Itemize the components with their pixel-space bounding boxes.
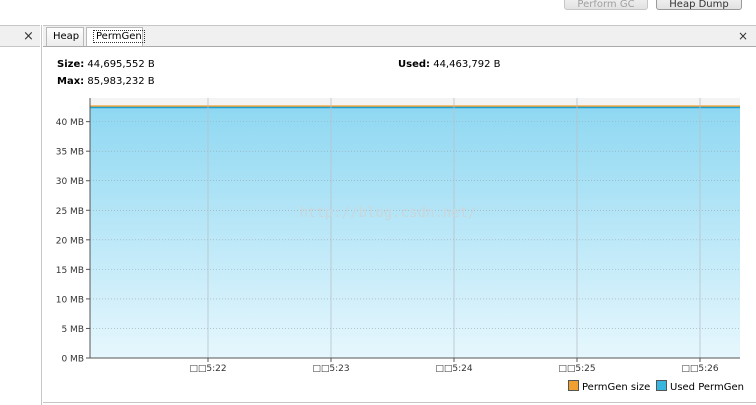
max-readout: Max: 85,983,232 B [57,76,155,87]
size-readout: Size: 44,695,552 B [57,59,155,70]
close-icon[interactable]: × [738,29,748,43]
size-label: Size: [57,59,85,70]
legend-item-used-permgen: Used PermGen [656,380,744,393]
y-tick-label: 20 MB [56,236,84,246]
y-tick-label: 30 MB [56,177,84,187]
tab-permgen[interactable]: PermGen [86,27,145,46]
max-label: Max: [57,76,85,87]
used-readout: Used: 44,463,792 B [398,59,501,70]
y-tick-label: 5 MB [61,325,84,335]
perform-gc-button[interactable]: Perform GC [564,0,648,10]
y-tick-label: 0 MB [61,355,84,365]
left-panel-header: × [0,25,40,47]
legend-label: PermGen size [582,382,651,393]
tab-label: PermGen [93,30,145,43]
x-tick-label: □□5:25 [558,364,595,374]
legend-swatch [656,380,667,391]
max-value: 85,983,232 B [87,76,155,87]
used-label: Used: [398,59,431,70]
used-value: 44,463,792 B [433,59,501,70]
permgen-chart: 0 MB 5 MB 10 MB 15 MB 20 MB 25 MB 30 MB 35 MB 40… [56,98,740,374]
toolbar: Perform GC Heap Dump [0,0,756,14]
size-value: 44,695,552 B [87,59,155,70]
y-tick-label: 35 MB [56,148,84,158]
series-area-used-permgen [90,107,740,358]
heap-dump-button[interactable]: Heap Dump [656,0,742,10]
y-tick-label: 40 MB [56,118,84,128]
close-icon[interactable]: × [23,29,34,44]
x-tick-label: □□5:23 [312,364,349,374]
legend-item-permgen-size: PermGen size [568,380,650,393]
legend-swatch [568,380,579,391]
divider [43,402,756,403]
x-tick-label: □□5:24 [435,364,472,374]
legend-label: Used PermGen [670,382,744,393]
tab-label: Heap [53,31,80,42]
watermark-text: http://blog.csdn.net/ [299,205,476,221]
tab-bar: Heap PermGen × [43,25,756,47]
x-tick-label: □□5:26 [681,364,718,374]
y-tick-label: 15 MB [56,266,84,276]
x-tick-label: □□5:22 [189,364,226,374]
y-tick-label: 25 MB [56,207,84,217]
y-tick-label: 10 MB [56,295,84,305]
tab-heap[interactable]: Heap [46,27,84,46]
